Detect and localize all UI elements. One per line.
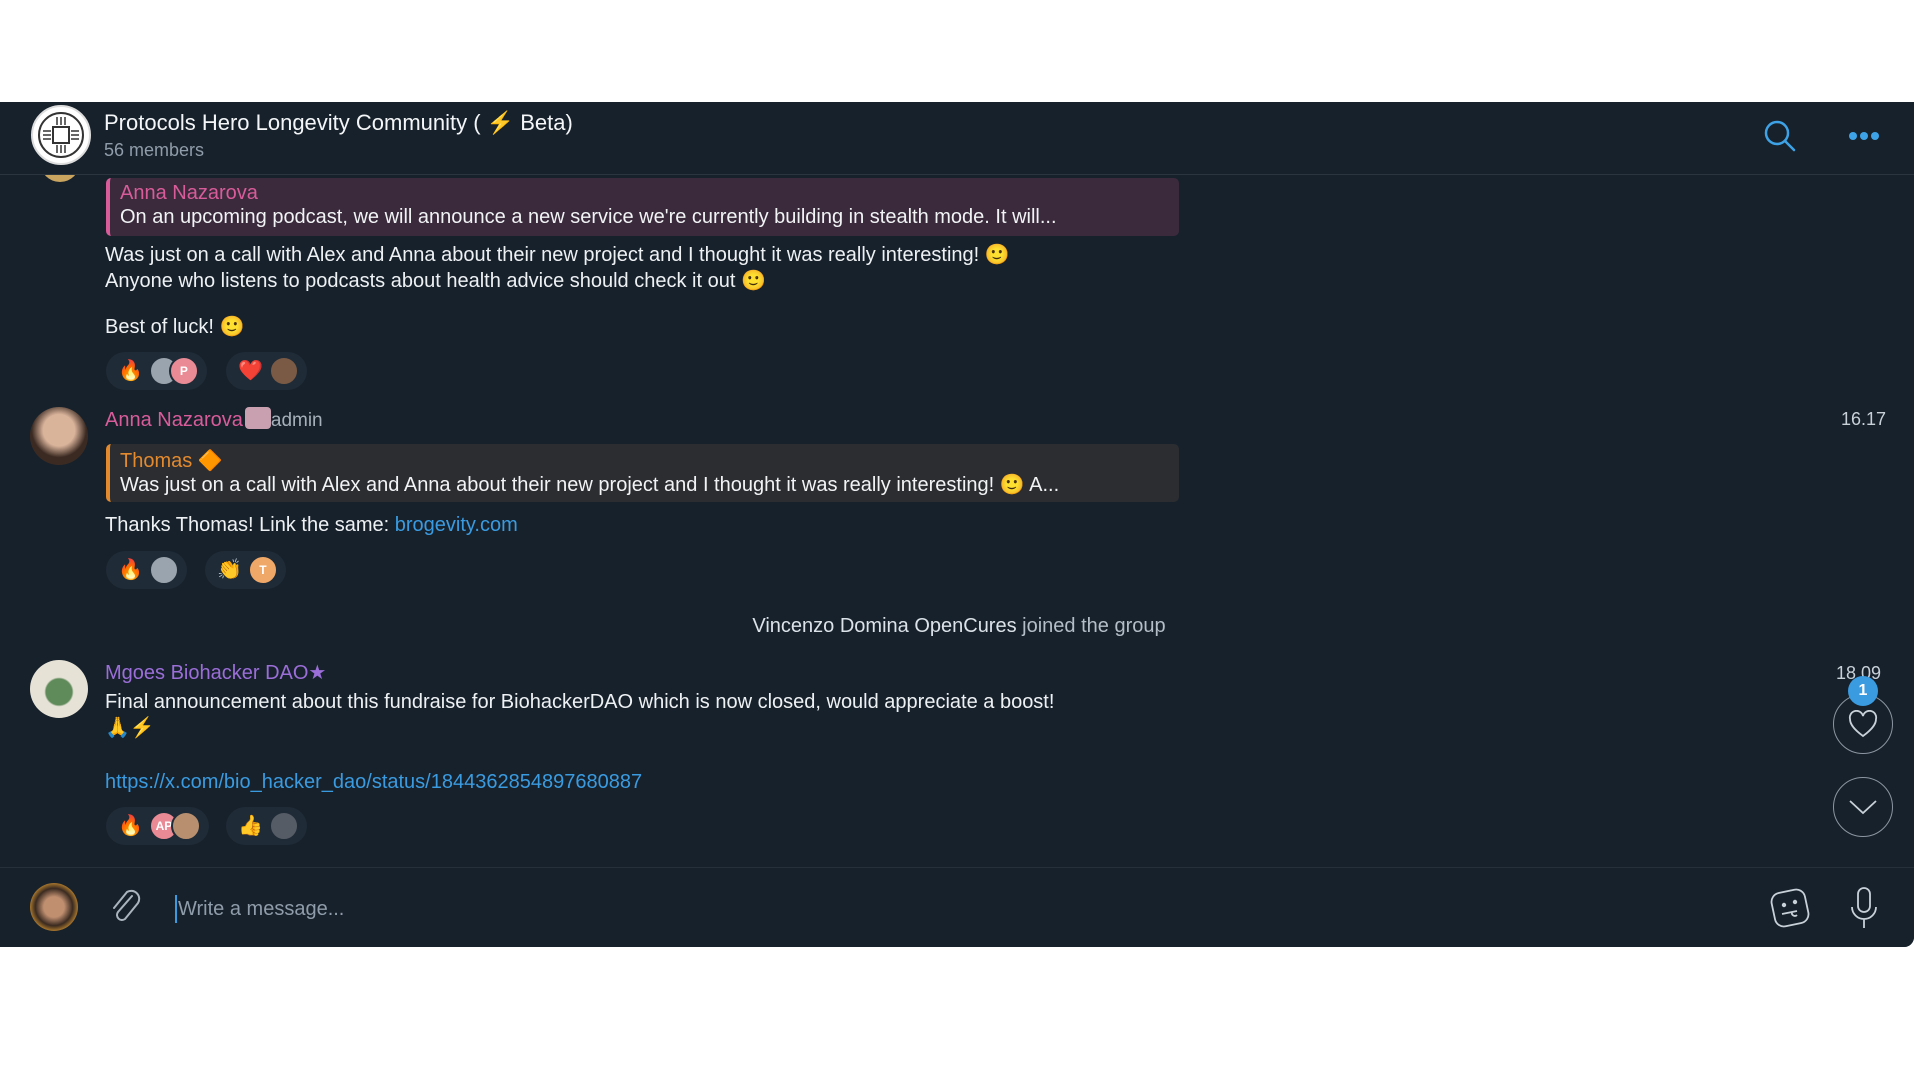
sticker-badge-icon <box>244 407 271 429</box>
message-link[interactable]: brogevity.com <box>395 514 518 536</box>
reply-text: Was just on a call with Alex and Anna ab… <box>120 474 1060 496</box>
placeholder: Write a message... <box>178 898 345 920</box>
reaction-fire[interactable]: 🔥 AP <box>106 807 209 845</box>
sender-line: Anna Nazarova admin <box>105 407 323 432</box>
message-text: Anyone who listens to podcasts about hea… <box>105 270 766 292</box>
more-icon[interactable] <box>1848 128 1880 146</box>
message-text: Was just on a call with Alex and Anna ab… <box>105 244 1010 266</box>
sender-name[interactable]: Anna Nazarova <box>105 409 243 431</box>
avatar-anna[interactable] <box>30 407 88 465</box>
message-text: Thanks Thomas! Link the same: brogevity.… <box>105 512 518 538</box>
service-action: joined the group <box>1016 615 1166 637</box>
reaction-thumbsup[interactable]: 👍 <box>226 807 307 845</box>
chat-window: Protocols Hero Longevity Community ( ⚡ B… <box>0 102 1914 947</box>
chat-header[interactable]: Protocols Hero Longevity Community ( ⚡ B… <box>0 102 1914 175</box>
service-message: Vincenzo Domina OpenCures joined the gro… <box>0 615 1914 638</box>
chevron-down-icon <box>1849 800 1877 815</box>
text: Thanks Thomas! Link the same: <box>105 514 395 536</box>
reply-quote[interactable]: Anna Nazarova On an upcoming podcast, we… <box>106 178 1179 236</box>
reaction-clap[interactable]: 👏 T <box>205 551 286 589</box>
fire-icon: 🔥 <box>118 815 143 837</box>
sender-name[interactable]: Mgoes Biohacker DAO <box>105 662 308 684</box>
reply-quote[interactable]: Thomas 🔶 Was just on a call with Alex an… <box>106 444 1179 502</box>
user-avatar <box>148 555 179 585</box>
message-time: 16.17 <box>1841 409 1887 429</box>
reaction-heart[interactable]: ❤️ <box>226 352 307 390</box>
unread-reactions-badge: 1 <box>1848 676 1878 706</box>
group-avatar[interactable] <box>31 105 91 165</box>
composer: Write a message... <box>0 867 1914 947</box>
reply-text: On an upcoming podcast, we will announce… <box>120 206 1057 228</box>
thumbs-up-icon: 👍 <box>238 815 263 837</box>
joined-user[interactable]: Vincenzo Domina OpenCures <box>752 615 1016 637</box>
user-avatar <box>268 811 299 841</box>
reaction-fire[interactable]: 🔥 P <box>106 352 207 390</box>
star-icon: ★ <box>308 662 327 684</box>
heart-outline-icon <box>1848 710 1878 738</box>
message-text: Final announcement about this fundraise … <box>105 691 1055 713</box>
attach-icon[interactable] <box>108 888 144 933</box>
chat-title: Protocols Hero Longevity Community ( ⚡ B… <box>104 110 573 135</box>
fire-icon: 🔥 <box>118 559 143 581</box>
avatar-mgoes[interactable] <box>30 660 88 718</box>
message-emojis: 🙏⚡ <box>105 717 155 739</box>
user-avatar-t: T <box>247 555 278 585</box>
sender-line: Mgoes Biohacker DAO★ <box>105 660 326 685</box>
search-icon[interactable] <box>1762 118 1798 159</box>
reply-sender: Thomas 🔶 <box>120 450 223 472</box>
admin-badge: admin <box>270 410 323 431</box>
message-text: Best of luck! 🙂 <box>105 316 245 338</box>
user-avatar <box>170 811 201 841</box>
user-avatar-p: P <box>168 356 199 386</box>
clap-icon: 👏 <box>217 559 242 581</box>
reply-sender: Anna Nazarova <box>120 182 258 204</box>
sticker-icon[interactable] <box>1768 886 1812 935</box>
message-link[interactable]: https://x.com/bio_hacker_dao/status/1844… <box>105 769 642 795</box>
heart-icon: ❤️ <box>238 360 263 382</box>
reaction-fire[interactable]: 🔥 <box>106 551 187 589</box>
message-input[interactable]: Write a message... <box>175 895 1675 923</box>
user-avatar <box>268 356 299 386</box>
user-avatar[interactable] <box>30 883 78 931</box>
fire-icon: 🔥 <box>118 360 143 382</box>
member-count[interactable]: 56 members <box>104 140 204 161</box>
microphone-icon[interactable] <box>1848 885 1880 936</box>
scroll-down-button[interactable] <box>1833 777 1893 837</box>
